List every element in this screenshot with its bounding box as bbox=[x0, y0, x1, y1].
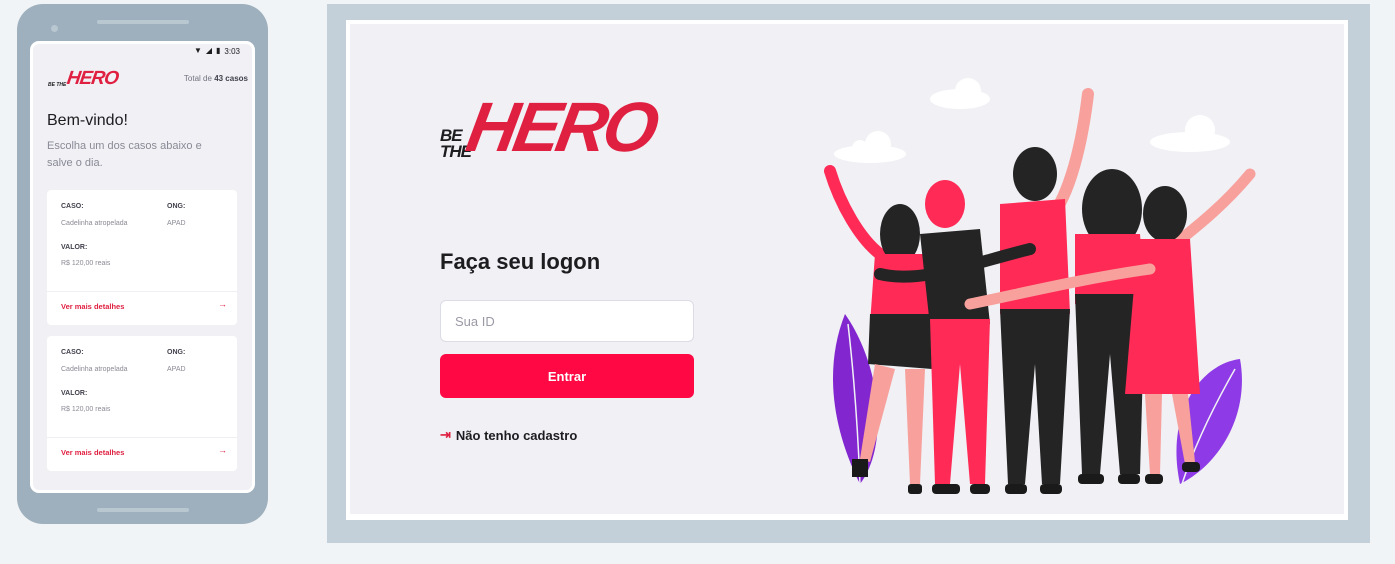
log-in-icon: ⇥ bbox=[440, 427, 451, 442]
welcome-title: Bem-vindo! bbox=[47, 112, 128, 129]
arrow-right-icon[interactable]: → bbox=[218, 299, 227, 309]
value-value: R$ 120,00 reais bbox=[61, 406, 111, 413]
battery-icon: ▮ bbox=[216, 46, 221, 55]
case-label: CASO: bbox=[61, 203, 84, 210]
phone-screen: ▼ ◢ ▮ 3:03 BE THE HERO Total de 43 casos… bbox=[30, 41, 255, 493]
group-of-friends-illustration bbox=[824, 78, 1256, 494]
arrow-right-icon[interactable]: → bbox=[218, 445, 227, 455]
ong-value: APAD bbox=[167, 220, 186, 227]
mobile-header: BE THE HERO Total de 43 casos bbox=[33, 64, 252, 92]
case-value: Cadelinha atropelada bbox=[61, 366, 128, 373]
total-cases: Total de 43 casos bbox=[184, 74, 252, 83]
total-prefix: Total de bbox=[183, 73, 212, 83]
desktop-mockup-frame: BE THE HERO Faça seu logon Entrar ⇥ Não … bbox=[327, 4, 1370, 543]
logon-page: BE THE HERO Faça seu logon Entrar ⇥ Não … bbox=[350, 24, 1344, 514]
person-5 bbox=[1125, 168, 1256, 484]
value-label: VALOR: bbox=[61, 244, 88, 251]
monitor: BE THE HERO Faça seu logon Entrar ⇥ Não … bbox=[346, 20, 1348, 520]
value-value: R$ 120,00 reais bbox=[61, 260, 111, 267]
phone-home-bar bbox=[97, 508, 189, 512]
ong-value: APAD bbox=[167, 366, 186, 373]
phone-camera bbox=[51, 25, 58, 32]
logo-hero: HERO bbox=[461, 88, 662, 166]
status-time: 3:03 bbox=[224, 46, 240, 56]
phone-mockup: ▼ ◢ ▮ 3:03 BE THE HERO Total de 43 casos… bbox=[17, 4, 268, 524]
mobile-logo: BE THE HERO bbox=[48, 67, 120, 89]
value-label: VALOR: bbox=[61, 390, 88, 397]
wifi-icon: ▼ bbox=[193, 46, 202, 55]
register-link-label: Não tenho cadastro bbox=[455, 427, 578, 443]
id-input[interactable] bbox=[440, 300, 694, 342]
details-link[interactable]: Ver mais detalhes bbox=[61, 302, 124, 311]
case-card: CASO: Cadelinha atropelada ONG: APAD VAL… bbox=[47, 190, 237, 325]
details-link[interactable]: Ver mais detalhes bbox=[61, 448, 124, 457]
ong-label: ONG: bbox=[167, 349, 186, 356]
welcome-subtitle: Escolha um dos casos abaixo e salve o di… bbox=[47, 140, 202, 169]
page-title: Faça seu logon bbox=[440, 249, 601, 274]
total-count: 43 casos bbox=[214, 73, 248, 83]
status-bar: ▼ ◢ ▮ 3:03 bbox=[33, 44, 252, 58]
signal-icon: ◢ bbox=[205, 46, 213, 55]
register-link[interactable]: ⇥ Não tenho cadastro bbox=[440, 427, 577, 443]
be-the-hero-logo: BE THE HERO bbox=[440, 88, 661, 166]
case-value: Cadelinha atropelada bbox=[61, 220, 128, 227]
card-divider bbox=[47, 291, 237, 292]
case-card: CASO: Cadelinha atropelada ONG: APAD VAL… bbox=[47, 336, 237, 471]
logo-hero: HERO bbox=[65, 67, 120, 89]
submit-button[interactable]: Entrar bbox=[440, 354, 694, 398]
ong-label: ONG: bbox=[167, 203, 186, 210]
logo-be-the: BE THE bbox=[48, 81, 67, 88]
case-label: CASO: bbox=[61, 349, 84, 356]
phone-speaker bbox=[97, 20, 189, 24]
card-divider bbox=[47, 437, 237, 438]
